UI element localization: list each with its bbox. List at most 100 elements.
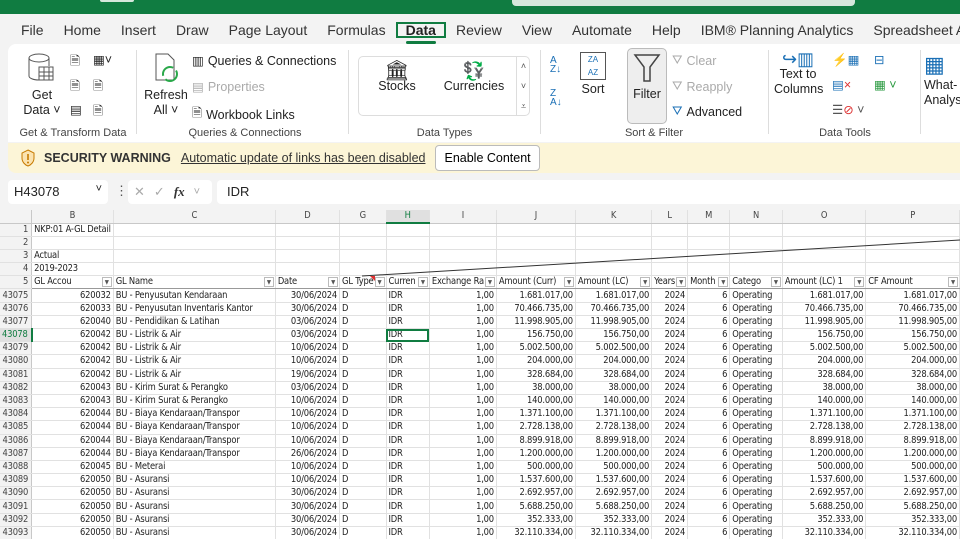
row-header[interactable]: 43080 [0, 354, 33, 369]
cell[interactable]: Operating [729, 288, 783, 303]
cell[interactable]: Operating [729, 341, 783, 356]
tab-spreadsheet-ai[interactable]: Spreadsheet AI [863, 22, 960, 38]
cell[interactable]: 2024 [651, 354, 689, 369]
filter-dropdown-icon[interactable]: ▼ [101, 277, 112, 288]
cell[interactable] [275, 236, 341, 250]
cell[interactable]: 38.000,00 [575, 381, 653, 395]
cell[interactable]: D [339, 407, 387, 422]
cell[interactable]: 2.728.138,00 [865, 420, 960, 435]
cell[interactable]: D [339, 499, 387, 514]
column-header-k[interactable]: K [575, 210, 653, 224]
cell[interactable]: BU - Kirim Surat & Perangko [113, 381, 276, 395]
cell[interactable] [113, 236, 276, 250]
cell[interactable]: 70.466.735,00 [782, 302, 867, 316]
cell[interactable] [339, 262, 387, 277]
cell[interactable]: 204.000,00 [782, 354, 867, 369]
row-header[interactable]: 43076 [0, 302, 33, 316]
cell[interactable]: 03/06/2024 [275, 381, 341, 395]
filter-dropdown-icon[interactable]: ▼ [417, 277, 428, 288]
cell[interactable]: 32.110.334,00 [575, 526, 653, 539]
cell[interactable]: 1.537.600,00 [575, 473, 653, 488]
cell[interactable]: Operating [729, 394, 783, 409]
cell[interactable] [113, 262, 276, 277]
cell[interactable]: 6 [687, 447, 731, 461]
from-picture-button[interactable]: ▦˅ [93, 52, 112, 67]
row-header[interactable]: 43088 [0, 460, 33, 475]
cell[interactable]: IDR [386, 460, 430, 475]
cell[interactable]: Operating [729, 460, 783, 475]
cell[interactable] [782, 249, 867, 264]
cell[interactable]: BU - Asuransi [113, 499, 276, 514]
tab-formulas[interactable]: Formulas [317, 22, 395, 38]
row-header[interactable]: 1 [0, 223, 33, 237]
cell[interactable]: IDR [386, 486, 430, 501]
cell[interactable]: 10/06/2024 [275, 341, 341, 356]
cell[interactable]: 10/06/2024 [275, 473, 341, 488]
cell[interactable]: 5.002.500,00 [496, 341, 576, 356]
cell[interactable]: 620043 [31, 381, 114, 395]
cell[interactable]: 30/06/2024 [275, 302, 341, 316]
cell[interactable]: 620032 [31, 288, 114, 303]
cell[interactable] [386, 262, 430, 277]
cell[interactable] [275, 249, 341, 264]
cell[interactable]: 1,00 [429, 447, 497, 461]
from-web-button[interactable]: 🗎 [70, 77, 80, 98]
cell[interactable] [575, 249, 653, 264]
cell[interactable]: 1.537.600,00 [496, 473, 576, 488]
cell[interactable]: 6 [687, 434, 731, 448]
consolidate-button[interactable]: ⊟ [874, 52, 884, 67]
cell[interactable]: 1,00 [429, 513, 497, 527]
chevron-down-icon[interactable]: ˅ [194, 186, 200, 198]
cell[interactable]: Operating [729, 381, 783, 395]
cell[interactable]: 6 [687, 288, 731, 303]
cell[interactable]: 140.000,00 [496, 394, 576, 409]
cell[interactable]: 2024 [651, 526, 689, 539]
tab-data[interactable]: Data [395, 22, 446, 44]
row-header[interactable]: 4 [0, 262, 33, 277]
row-header[interactable]: 43092 [0, 513, 33, 527]
cell[interactable]: 1.681.017,00 [782, 288, 867, 303]
cell[interactable]: 2019-2023 [31, 262, 114, 277]
cell[interactable]: BU - Penyusutan Kendaraan [113, 288, 276, 303]
cell[interactable]: 6 [687, 354, 731, 369]
cell[interactable]: 2024 [651, 473, 689, 488]
cell[interactable]: 30/06/2024 [275, 526, 341, 539]
cell[interactable] [429, 262, 497, 277]
cell[interactable]: 620044 [31, 420, 114, 435]
cell[interactable]: 26/06/2024 [275, 447, 341, 461]
cell[interactable]: 70.466.735,00 [575, 302, 653, 316]
cell[interactable]: 620044 [31, 447, 114, 461]
cell[interactable]: 2.692.957,00 [496, 486, 576, 501]
cell[interactable]: 620050 [31, 486, 114, 501]
cell[interactable]: BU - Kirim Surat & Perangko [113, 394, 276, 409]
cell[interactable]: 2024 [651, 434, 689, 448]
cell[interactable]: 620043 [31, 394, 114, 409]
cell[interactable]: 10/06/2024 [275, 394, 341, 409]
cell[interactable]: 1.371.100,00 [782, 407, 867, 422]
cell[interactable]: Operating [729, 354, 783, 369]
formula-input[interactable]: IDR [217, 180, 960, 204]
cell[interactable]: BU - Listrik & Air [113, 328, 276, 343]
cell[interactable]: 6 [687, 341, 731, 356]
cell[interactable]: 8.899.918,00 [496, 434, 576, 448]
column-header-i[interactable]: I [429, 210, 497, 224]
cell[interactable]: BU - Pendidikan & Latihan [113, 315, 276, 330]
get-data-button[interactable]: Get Data ˅ [22, 52, 62, 118]
cell[interactable]: BU - Asuransi [113, 473, 276, 488]
row-header[interactable]: 43085 [0, 420, 33, 435]
cell[interactable]: 6 [687, 315, 731, 330]
cell[interactable] [729, 223, 783, 237]
filter-dropdown-icon[interactable]: ▼ [328, 277, 339, 288]
column-header-h[interactable]: H [386, 210, 430, 224]
select-all-corner[interactable] [0, 210, 33, 224]
cell[interactable]: 156.750,00 [496, 328, 576, 343]
stocks-button[interactable]: 🏛 Stocks [372, 61, 422, 94]
cell[interactable]: 38.000,00 [865, 381, 960, 395]
cell[interactable]: 1,00 [429, 420, 497, 435]
tab-review[interactable]: Review [446, 22, 512, 38]
cell[interactable]: 6 [687, 328, 731, 343]
cell[interactable]: 1,00 [429, 341, 497, 356]
cell[interactable]: 30/06/2024 [275, 513, 341, 527]
filter-dropdown-icon[interactable]: ▼ [948, 277, 958, 288]
cell[interactable]: 352.333,00 [496, 513, 576, 527]
